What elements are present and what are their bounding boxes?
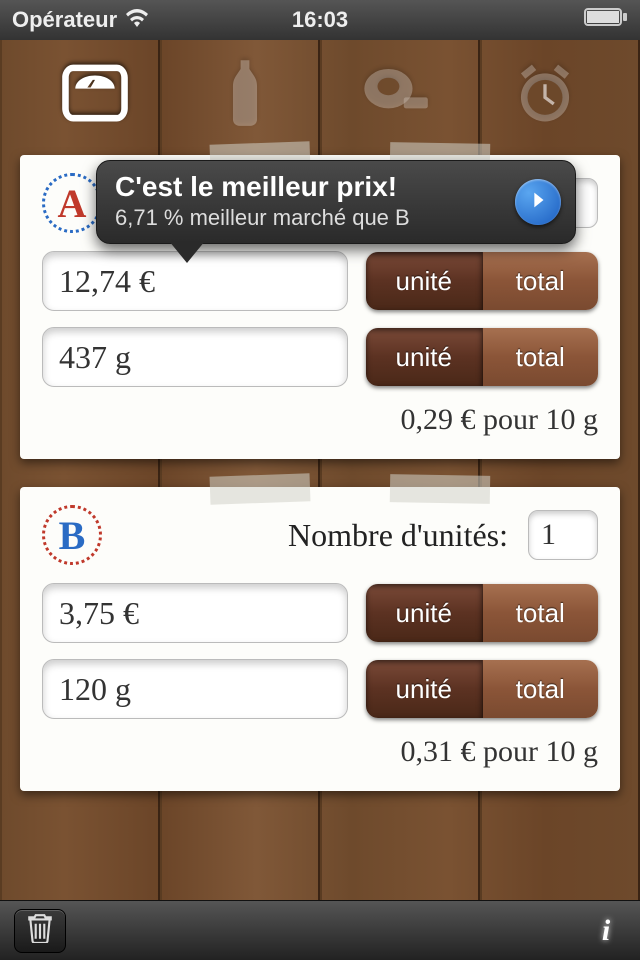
trash-button[interactable] [14, 909, 66, 953]
price-unit-btn-a[interactable]: unité [366, 252, 483, 310]
callout-arrow [169, 241, 205, 263]
tape-measure-icon [360, 58, 430, 133]
weight-mode-seg-a: unité total [366, 328, 598, 386]
result-b: 0,31 € pour 10 g [42, 735, 598, 769]
bottle-icon [210, 58, 280, 133]
weight-input-b[interactable]: 120 g [42, 659, 348, 719]
stamp-a: A [42, 173, 102, 233]
price-unit-btn-b[interactable]: unité [366, 584, 483, 642]
battery-icon [584, 7, 628, 33]
weight-unit-btn-b[interactable]: unité [366, 660, 483, 718]
status-bar: Opérateur 16:03 [0, 0, 640, 40]
callout-detail-button[interactable] [515, 179, 561, 225]
weight-unit-btn-a[interactable]: unité [366, 328, 483, 386]
weight-total-btn-a[interactable]: total [483, 328, 599, 386]
callout-title: C'est le meilleur prix! [115, 171, 507, 203]
wifi-icon [125, 7, 149, 33]
info-icon: i [602, 914, 610, 948]
tab-clock[interactable] [505, 55, 585, 135]
price-total-btn-a[interactable]: total [483, 252, 599, 310]
tab-scale[interactable] [55, 55, 135, 135]
result-a: 0,29 € pour 10 g [42, 403, 598, 437]
units-input-b[interactable]: 1 [528, 510, 598, 560]
weight-input-a[interactable]: 437 g [42, 327, 348, 387]
price-total-btn-b[interactable]: total [483, 584, 599, 642]
tab-tape[interactable] [355, 55, 435, 135]
trash-icon [27, 913, 53, 948]
bottom-toolbar: i [0, 900, 640, 960]
product-card-b: B Nombre d'unités: 1 3,75 € unité total … [20, 487, 620, 791]
info-button[interactable]: i [586, 911, 626, 951]
weight-total-btn-b[interactable]: total [483, 660, 599, 718]
carrier-label: Opérateur [12, 7, 117, 33]
price-input-b[interactable]: 3,75 € [42, 583, 348, 643]
callout-subtitle: 6,71 % meilleur marché que B [115, 205, 507, 231]
price-mode-seg-b: unité total [366, 584, 598, 642]
chevron-right-icon [527, 189, 549, 216]
scale-icon [60, 58, 130, 133]
tab-bottle[interactable] [205, 55, 285, 135]
tab-bar [0, 40, 640, 150]
best-price-callout: C'est le meilleur prix! 6,71 % meilleur … [96, 160, 576, 244]
clock: 16:03 [292, 7, 348, 33]
units-label: Nombre d'unités: [116, 517, 514, 554]
stamp-b: B [42, 505, 102, 565]
price-mode-seg-a: unité total [366, 252, 598, 310]
weight-mode-seg-b: unité total [366, 660, 598, 718]
alarm-clock-icon [510, 58, 580, 133]
